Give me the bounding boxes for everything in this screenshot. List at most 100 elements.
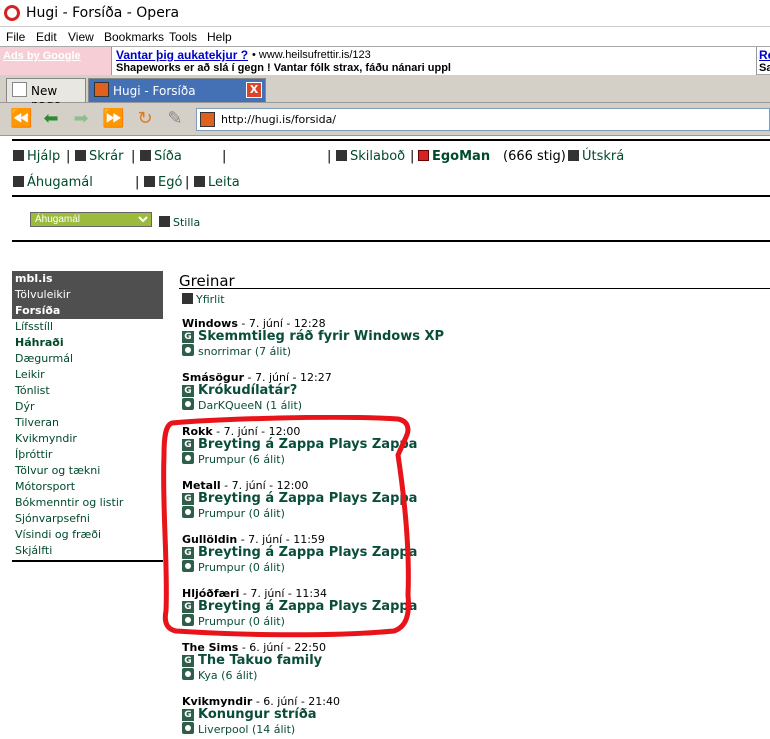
sidebar-item-ithrottir[interactable]: Íþróttir <box>12 447 163 463</box>
address-text: http://hugi.is/forsida/ <box>221 113 337 126</box>
article-meta[interactable]: DarKQueeN (1 álit) <box>182 398 302 412</box>
top-rule <box>12 139 770 141</box>
sidebar-item-tolvuleikir[interactable]: Tölvuleikir <box>12 287 163 303</box>
article-title-link[interactable]: G Konungur stríða <box>182 707 317 722</box>
user-icon <box>182 668 194 680</box>
interests-select[interactable]: Áhugamál <box>30 212 152 227</box>
article-title-link[interactable]: G Krókudílatár? <box>182 383 297 398</box>
sidebar-item-motorsport[interactable]: Mótorsport <box>12 479 163 495</box>
menu-bar: File Edit View Bookmarks Tools Help <box>0 27 770 46</box>
article-meta[interactable]: Kya (6 álit) <box>182 668 257 682</box>
sidebar-item-mbl[interactable]: mbl.is <box>12 271 163 287</box>
title-bar: Hugi - Forsíða - Opera <box>0 0 770 27</box>
ad-description: Shapeworks er að slá í gegn ! Vantar fól… <box>116 62 451 74</box>
sidebar-item-leikir[interactable]: Leikir <box>12 367 163 383</box>
overview-link[interactable]: Yfirlit <box>182 293 225 306</box>
help-link[interactable]: Hjálp <box>13 149 60 164</box>
page-icon <box>12 82 27 97</box>
edit-icon[interactable]: ✎ <box>164 109 186 129</box>
download-icon <box>75 150 86 161</box>
menu-bookmarks[interactable]: Bookmarks <box>104 30 164 44</box>
ad-url: • www.heilsufrettir.is/123 <box>252 49 371 61</box>
tab-hugi[interactable]: Hugi - Forsíða X <box>88 78 266 102</box>
apply-button[interactable]: Stilla <box>159 216 200 229</box>
sidebar-item-sjonvarpsefni[interactable]: Sjónvarpsefni <box>12 511 163 527</box>
user-status-icon <box>418 150 429 161</box>
fast-forward-icon[interactable]: ⏩ <box>102 109 124 129</box>
register-link[interactable]: Skrár <box>75 149 123 164</box>
heading-rule <box>179 288 770 289</box>
tab-bar: New page Hugi - Forsíða X <box>0 75 770 112</box>
sidebar-item-lifsstill[interactable]: Lífsstíll <box>12 319 163 335</box>
menu-file[interactable]: File <box>6 30 25 44</box>
hugi-favicon-icon <box>94 82 109 97</box>
address-bar[interactable]: http://hugi.is/forsida/ <box>196 108 770 131</box>
article-icon: G <box>182 385 194 397</box>
article-icon: G <box>182 331 194 343</box>
forward-icon[interactable]: ➡ <box>70 109 92 129</box>
tab-new-page[interactable]: New page <box>6 78 86 112</box>
user-icon <box>182 398 194 410</box>
ad-bar: Ads by Google Vantar þig aukatekjur ? • … <box>0 46 770 76</box>
sidebar-item-tolvur[interactable]: Tölvur og tækni <box>12 463 163 479</box>
sidebar-item-bokmenntir[interactable]: Bókmenntir og listir <box>12 495 163 511</box>
sidebar-item-skjalfti[interactable]: Skjálfti <box>12 543 163 559</box>
help-icon <box>13 150 24 161</box>
ad-right-desc: Sa <box>759 62 770 74</box>
article-title-link[interactable]: G Skemmtileg ráð fyrir Windows XP <box>182 329 444 344</box>
logout-icon <box>568 150 579 161</box>
sidebar-item-kvikmyndir[interactable]: Kvikmyndir <box>12 431 163 447</box>
ad-title-link[interactable]: Vantar þig aukatekjur ? <box>116 48 248 62</box>
logout-link[interactable]: Útskrá <box>568 149 624 164</box>
sidebar-item-daegurmal[interactable]: Dægurmál <box>12 351 163 367</box>
red-highlight-annotation <box>161 415 411 638</box>
sidebar-item-dyr[interactable]: Dýr <box>12 399 163 415</box>
article-icon: G <box>182 709 194 721</box>
rewind-icon[interactable]: ⏪ <box>10 109 32 129</box>
sidebar-item-tonlist[interactable]: Tónlist <box>12 383 163 399</box>
opera-logo-icon <box>4 5 20 21</box>
search-link[interactable]: Leita <box>194 175 240 190</box>
page-content: Hjálp | Skrár | Síða | | Skilaboð | EgoM… <box>0 137 770 739</box>
sidebar-item-hahradi[interactable]: Háhraði <box>12 335 163 351</box>
ad-right-title[interactable]: Re <box>759 48 770 62</box>
menu-edit[interactable]: Edit <box>36 30 57 44</box>
arrow-right-icon <box>13 176 24 187</box>
sidebar-rule <box>12 560 163 562</box>
ads-by-google-label[interactable]: Ads by Google <box>0 47 111 76</box>
article-icon: G <box>182 655 194 667</box>
arrow-right-icon <box>159 216 170 227</box>
window-title: Hugi - Forsíða - Opera <box>26 5 180 21</box>
article-meta[interactable]: Liverpool (14 álit) <box>182 722 295 736</box>
back-icon[interactable]: ⬅ <box>40 109 62 129</box>
navigation-toolbar: ⏪ ⬅ ➡ ⏩ ↻ ✎ http://hugi.is/forsida/ <box>0 103 770 136</box>
menu-help[interactable]: Help <box>207 30 232 44</box>
search-icon <box>194 176 205 187</box>
points-text: (666 stig) <box>503 149 566 164</box>
sidebar-item-tilveran[interactable]: Tilveran <box>12 415 163 431</box>
user-link[interactable]: EgoMan <box>418 149 490 164</box>
messages-icon <box>336 150 347 161</box>
article-meta[interactable]: snorrimar (7 álit) <box>182 344 291 358</box>
user-icon <box>182 722 194 734</box>
menu-view[interactable]: View <box>68 30 94 44</box>
reload-icon[interactable]: ↻ <box>134 109 156 129</box>
home-icon <box>140 150 151 161</box>
tab-label: Hugi - Forsíða <box>113 84 196 98</box>
article-title-link[interactable]: G The Takuo family <box>182 653 322 668</box>
ad-right: Re Sa <box>756 47 770 76</box>
sidebar-item-visindi[interactable]: Vísindi og fræði <box>12 527 163 543</box>
ego-link[interactable]: Egó <box>144 175 182 190</box>
interests-link[interactable]: Áhugamál <box>13 175 93 190</box>
menu-tools[interactable]: Tools <box>169 30 197 44</box>
user-icon <box>182 344 194 356</box>
messages-link[interactable]: Skilaboð <box>336 149 405 164</box>
ego-icon <box>144 176 155 187</box>
sidebar-item-forsida[interactable]: Forsíða <box>12 303 163 319</box>
page-link[interactable]: Síða <box>140 149 182 164</box>
select-rule <box>12 240 770 242</box>
nav-rule <box>12 195 770 197</box>
close-tab-icon[interactable]: X <box>246 82 262 98</box>
hugi-favicon-icon <box>200 112 215 127</box>
arrow-right-icon <box>182 293 193 304</box>
